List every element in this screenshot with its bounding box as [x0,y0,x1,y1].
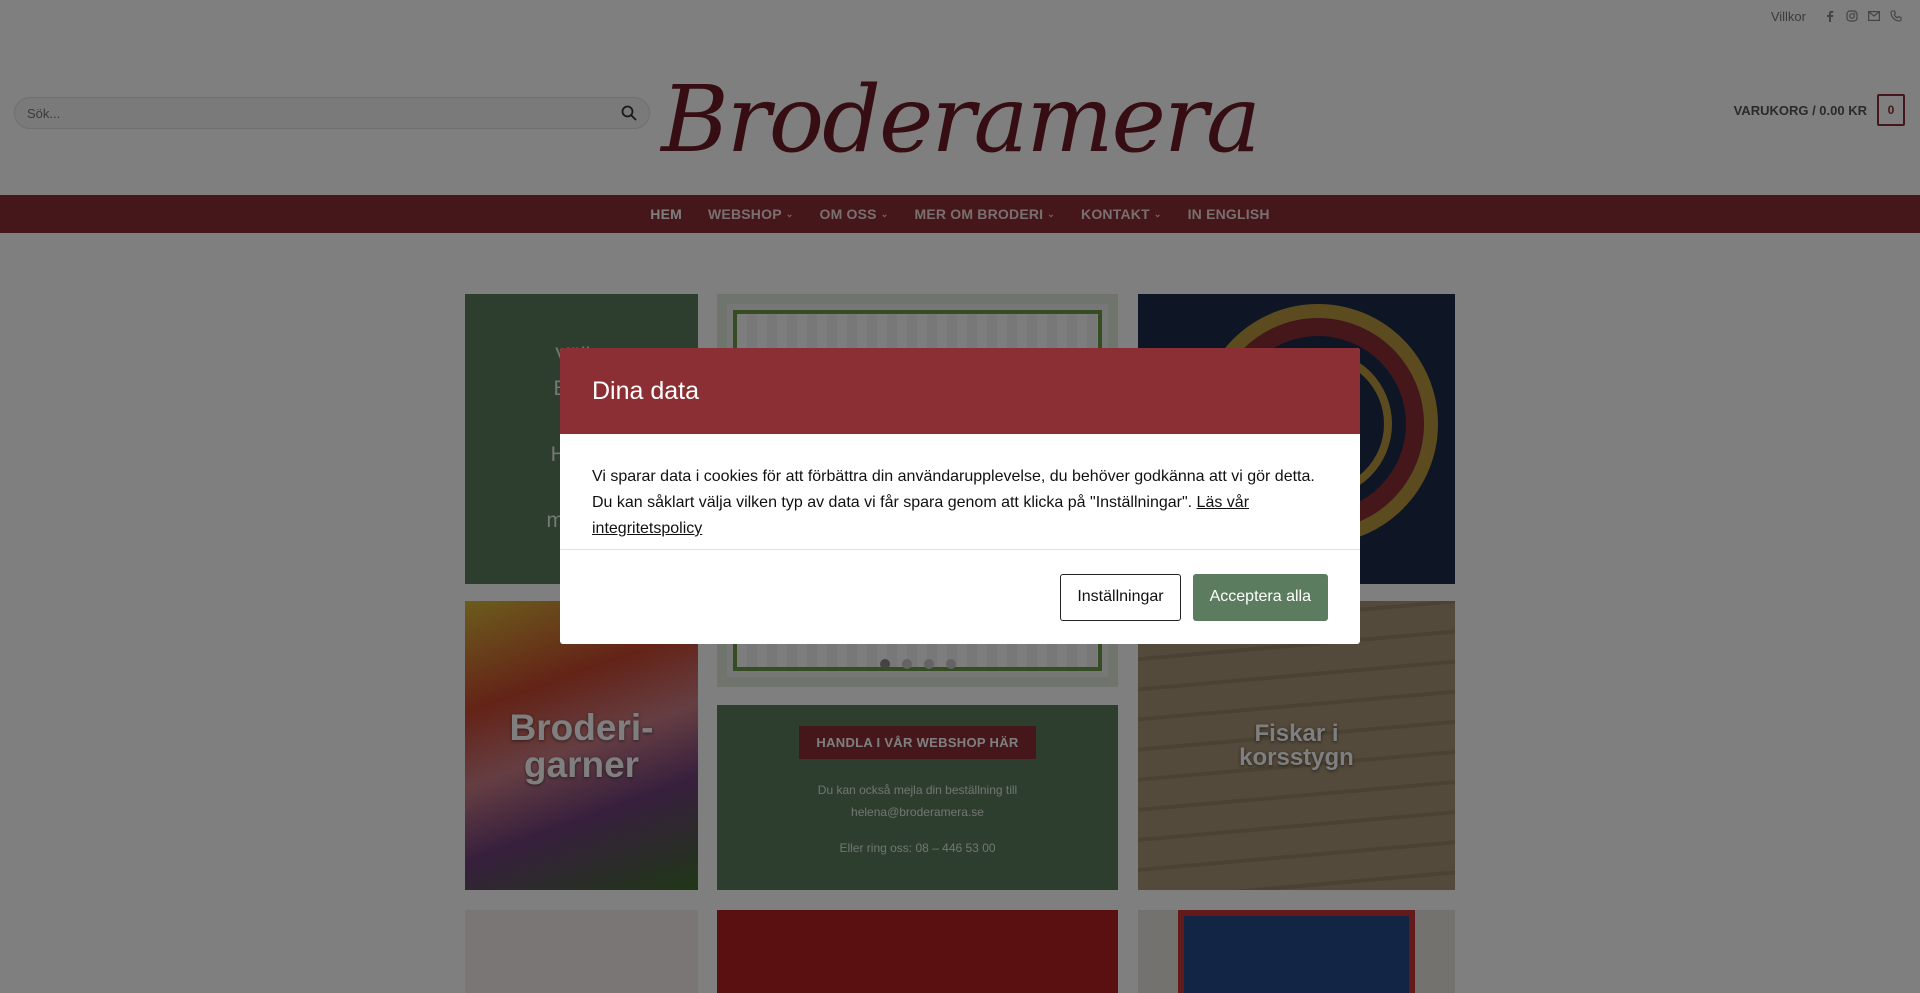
modal-footer: Inställningar Acceptera alla [560,550,1360,644]
accept-all-button[interactable]: Acceptera alla [1192,573,1328,621]
modal-title: Dina data [592,376,700,405]
settings-button[interactable]: Inställningar [1060,573,1181,621]
modal-body: Vi sparar data i cookies för att förbätt… [560,434,1360,550]
cookie-consent-modal: Dina data Vi sparar data i cookies för a… [560,348,1360,644]
modal-header: Dina data [560,348,1360,434]
